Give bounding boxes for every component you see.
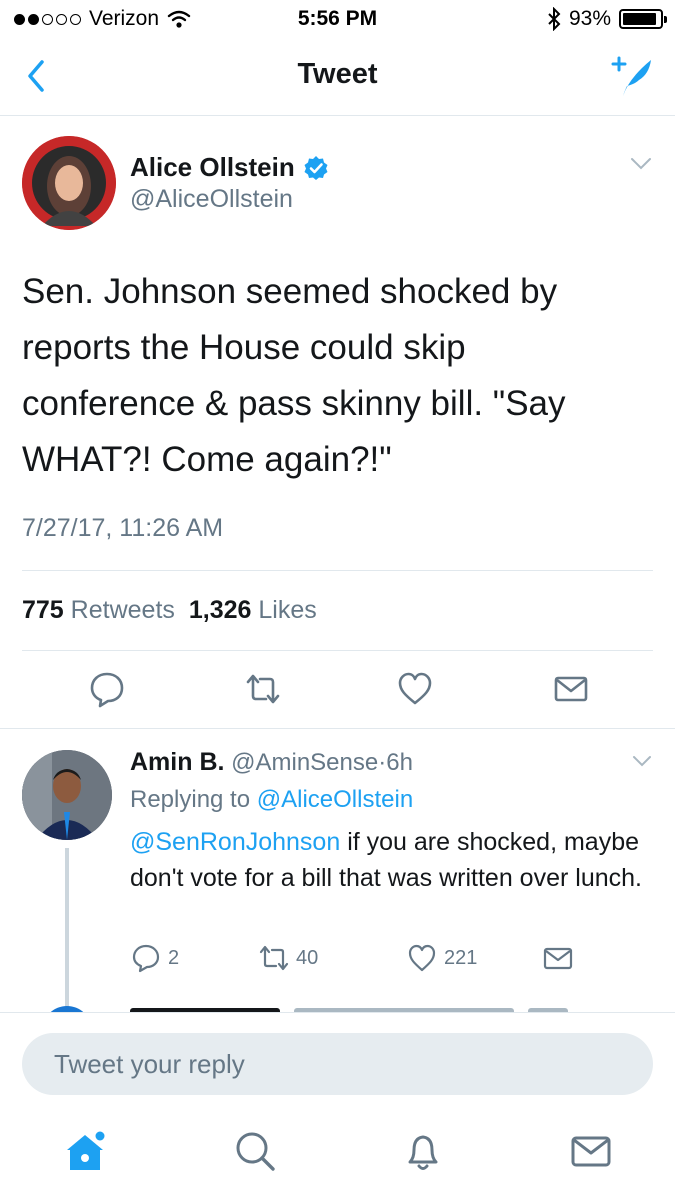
reply-tweet[interactable]: Amin B. @AminSense·6h Replying to @Alice… bbox=[22, 730, 653, 1012]
retweet-icon bbox=[259, 945, 289, 971]
tweet-text: Sen. Johnson seemed shocked by reports t… bbox=[22, 272, 566, 479]
like-heart-icon[interactable] bbox=[396, 670, 434, 708]
tweet-actions bbox=[22, 652, 653, 726]
author-name[interactable]: Alice Ollstein bbox=[130, 152, 329, 183]
replying-to: Replying to @AliceOllstein bbox=[130, 786, 413, 814]
reply-author-handle[interactable]: @AminSense bbox=[231, 749, 378, 776]
author-name-text: Alice Ollstein bbox=[130, 152, 295, 182]
section-divider bbox=[0, 728, 675, 729]
reply-age: 6h bbox=[386, 749, 413, 776]
reply-text: @SenRonJohnson if you are shocked, maybe… bbox=[130, 824, 650, 896]
thread-line bbox=[65, 848, 69, 1012]
divider bbox=[22, 570, 653, 571]
retweet-button[interactable]: 40 bbox=[258, 942, 318, 974]
like-count: 221 bbox=[444, 946, 478, 969]
reply-button[interactable]: 2 bbox=[130, 942, 179, 974]
dm-button[interactable] bbox=[542, 942, 574, 974]
battery-icon bbox=[619, 9, 667, 29]
retweet-count: 40 bbox=[296, 946, 319, 969]
avatar[interactable] bbox=[22, 750, 112, 840]
like-heart-icon bbox=[408, 944, 436, 972]
retweets-label: Retweets bbox=[70, 596, 175, 624]
tweet-timestamp: 7/27/17, 11:26 AM bbox=[22, 514, 224, 542]
search-icon[interactable] bbox=[232, 1128, 278, 1174]
compose-tweet-icon[interactable] bbox=[609, 54, 655, 100]
retweets-stat[interactable]: 775 Retweets bbox=[22, 596, 175, 625]
nav-bar: Tweet bbox=[0, 38, 675, 116]
verified-badge-icon bbox=[304, 155, 328, 180]
home-icon[interactable] bbox=[62, 1128, 108, 1174]
divider bbox=[22, 650, 653, 651]
reply-header: Amin B. @AminSense·6h bbox=[130, 748, 413, 777]
mention-link[interactable]: @SenRonJohnson bbox=[130, 828, 340, 856]
engagement-stats: 775 Retweets 1,326 Likes bbox=[22, 596, 317, 625]
page-title: Tweet bbox=[297, 58, 378, 90]
messages-icon[interactable] bbox=[568, 1128, 614, 1174]
status-bar: Verizon 5:56 PM 93% bbox=[0, 0, 675, 38]
reply-icon bbox=[132, 944, 160, 973]
likes-count: 1,326 bbox=[188, 596, 252, 624]
notifications-icon[interactable] bbox=[400, 1128, 446, 1174]
reply-composer bbox=[0, 1012, 675, 1112]
bluetooth-icon bbox=[548, 7, 561, 31]
chevron-down-icon[interactable] bbox=[631, 754, 653, 768]
avatar-image bbox=[22, 136, 116, 230]
retweets-count: 775 bbox=[22, 596, 64, 624]
tab-bar bbox=[0, 1112, 675, 1200]
battery-percent: 93% bbox=[568, 7, 611, 30]
likes-stat[interactable]: 1,326 Likes bbox=[189, 596, 317, 625]
replying-prefix: Replying to bbox=[130, 786, 251, 813]
likes-label: Likes bbox=[258, 596, 317, 624]
reply-count: 2 bbox=[168, 946, 180, 969]
direct-message-icon[interactable] bbox=[552, 670, 590, 708]
reply-icon[interactable] bbox=[88, 670, 126, 708]
avatar-image bbox=[22, 750, 112, 840]
replying-to-link[interactable]: @AliceOllstein bbox=[257, 786, 413, 813]
battery-fill bbox=[623, 13, 657, 25]
reply-author-name[interactable]: Amin B. bbox=[130, 748, 224, 776]
avatar[interactable] bbox=[22, 136, 116, 230]
like-button[interactable]: 221 bbox=[406, 942, 477, 974]
reply-actions: 2 40 221 bbox=[130, 942, 653, 982]
author-handle[interactable]: @AliceOllstein bbox=[130, 185, 293, 214]
direct-message-icon bbox=[543, 947, 573, 970]
chevron-down-icon[interactable] bbox=[629, 156, 653, 172]
reply-input[interactable] bbox=[22, 1033, 653, 1095]
retweet-icon[interactable] bbox=[244, 670, 282, 708]
status-right: 93% bbox=[547, 7, 667, 31]
